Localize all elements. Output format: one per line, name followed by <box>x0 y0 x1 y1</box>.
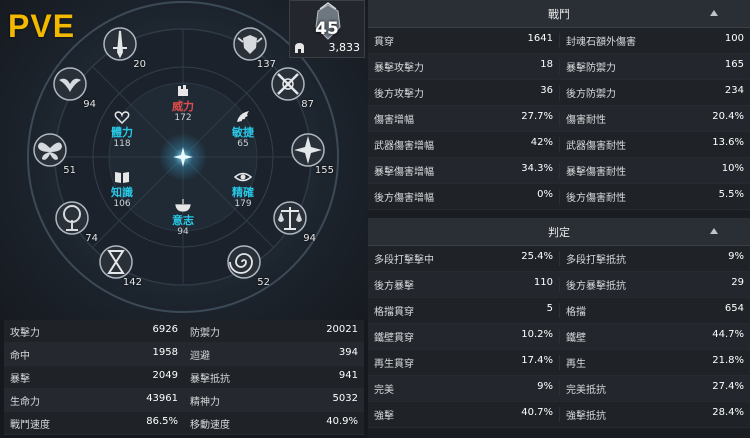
bowl-icon <box>175 199 191 212</box>
detail-stats-panel: 戰鬥 貫穿 1641 封魂石額外傷害 100 暴擊攻擊力 18 暴擊防禦力 165 後方攻擊… <box>368 0 750 438</box>
combat-stats-table: 貫穿 1641 封魂石額外傷害 100 暴擊攻擊力 18 暴擊防禦力 165 後方攻擊力 36… <box>368 28 750 210</box>
inner-stat-will[interactable]: 意志 94 <box>163 196 203 238</box>
stats-wheel-panel: PVE 20 137 94 87 51 155 74 94 142 52 威力 … <box>0 0 368 438</box>
table-row: 鐵壁貫穿 10.2% 鐵壁 44.7% <box>368 324 750 350</box>
inner-stat-precision[interactable]: 精確 179 <box>223 168 263 210</box>
wing-icon <box>237 111 249 122</box>
table-row: 多段打擊擊中 25.4% 多段打擊抵抗 9% <box>368 246 750 272</box>
collapse-caret-icon[interactable] <box>710 10 718 16</box>
helmet-icon <box>295 43 304 53</box>
crossed-arrows-icon <box>271 67 305 101</box>
judgement-stats-table: 多段打擊擊中 25.4% 多段打擊抵抗 9% 後方暴擊 110 後方暴擊抵抗 29 格擋貫穿… <box>368 246 750 428</box>
section-header-combat[interactable]: 戰鬥 <box>368 0 750 28</box>
book-icon <box>115 172 129 183</box>
table-row: 暴擊傷害增幅 34.3% 暴擊傷害耐性 10% <box>368 158 750 184</box>
hourglass-icon <box>99 245 133 279</box>
scales-icon <box>273 201 307 235</box>
basic-stats-table: 攻擊力 6926 防禦力 20021 命中 1958 迴避 394 暴擊 2049 暴擊抵… <box>4 320 364 435</box>
star-burst-icon <box>291 133 325 167</box>
table-row: 後方攻擊力 36 後方防禦力 234 <box>368 80 750 106</box>
fist-icon <box>178 85 188 96</box>
inner-stat-knowledge[interactable]: 知識 106 <box>102 168 142 210</box>
outer-stat-node[interactable]: 74 <box>50 196 98 244</box>
bird-icon <box>53 67 87 101</box>
heart-icon <box>114 111 130 125</box>
inner-stat-power[interactable]: 威力 172 <box>163 82 203 124</box>
outer-stat-node[interactable]: 20 <box>98 22 146 70</box>
table-row: 再生貫穿 17.4% 再生 21.8% <box>368 350 750 376</box>
inner-stat-agility[interactable]: 敏捷 65 <box>223 108 263 150</box>
table-row: 強擊 40.7% 強擊抵抗 28.4% <box>368 402 750 428</box>
table-row: 攻擊力 6926 防禦力 20021 <box>4 320 364 343</box>
eye-icon <box>234 172 252 182</box>
table-row: 生命力 43961 精神力 5032 <box>4 389 364 412</box>
outer-stat-node[interactable]: 87 <box>266 62 314 110</box>
outer-stat-node[interactable]: 142 <box>94 240 142 288</box>
table-row: 暴擊 2049 暴擊抵抗 941 <box>4 366 364 389</box>
outer-stat-node[interactable]: 51 <box>28 128 76 176</box>
tree-icon <box>55 201 89 235</box>
gear-score: 3,833 <box>328 41 361 54</box>
table-row: 戰鬥速度 86.5% 移動速度 40.9% <box>4 412 364 435</box>
butterfly-icon <box>33 133 67 167</box>
outer-stat-node[interactable]: 94 <box>268 196 316 244</box>
table-row: 貫穿 1641 封魂石額外傷害 100 <box>368 28 750 54</box>
outer-stat-node[interactable]: 155 <box>286 128 334 176</box>
table-row: 後方傷害增幅 0% 後方傷害耐性 5.5% <box>368 184 750 210</box>
table-row: 後方暴擊 110 後方暴擊抵抗 29 <box>368 272 750 298</box>
table-row: 暴擊攻擊力 18 暴擊防禦力 165 <box>368 54 750 80</box>
winged-shield-icon <box>233 27 267 61</box>
spiral-icon <box>227 245 261 279</box>
inner-stat-vitality[interactable]: 體力 118 <box>102 108 142 150</box>
sword-emblem-icon <box>103 27 137 61</box>
collapse-caret-icon[interactable] <box>710 228 718 234</box>
character-portrait[interactable]: 45 3,833 <box>289 0 365 58</box>
table-row: 命中 1958 迴避 394 <box>4 343 364 366</box>
outer-stat-node[interactable]: 52 <box>222 240 270 288</box>
outer-stat-node[interactable]: 94 <box>48 62 96 110</box>
pve-badge: PVE <box>8 8 76 44</box>
table-row: 格擋貫穿 5 格擋 654 <box>368 298 750 324</box>
character-level: 45 <box>315 19 339 39</box>
table-row: 完美 9% 完美抵抗 27.4% <box>368 376 750 402</box>
table-row: 傷害增幅 27.7% 傷害耐性 20.4% <box>368 106 750 132</box>
table-row: 武器傷害增幅 42% 武器傷害耐性 13.6% <box>368 132 750 158</box>
section-header-judgement[interactable]: 判定 <box>368 218 750 246</box>
